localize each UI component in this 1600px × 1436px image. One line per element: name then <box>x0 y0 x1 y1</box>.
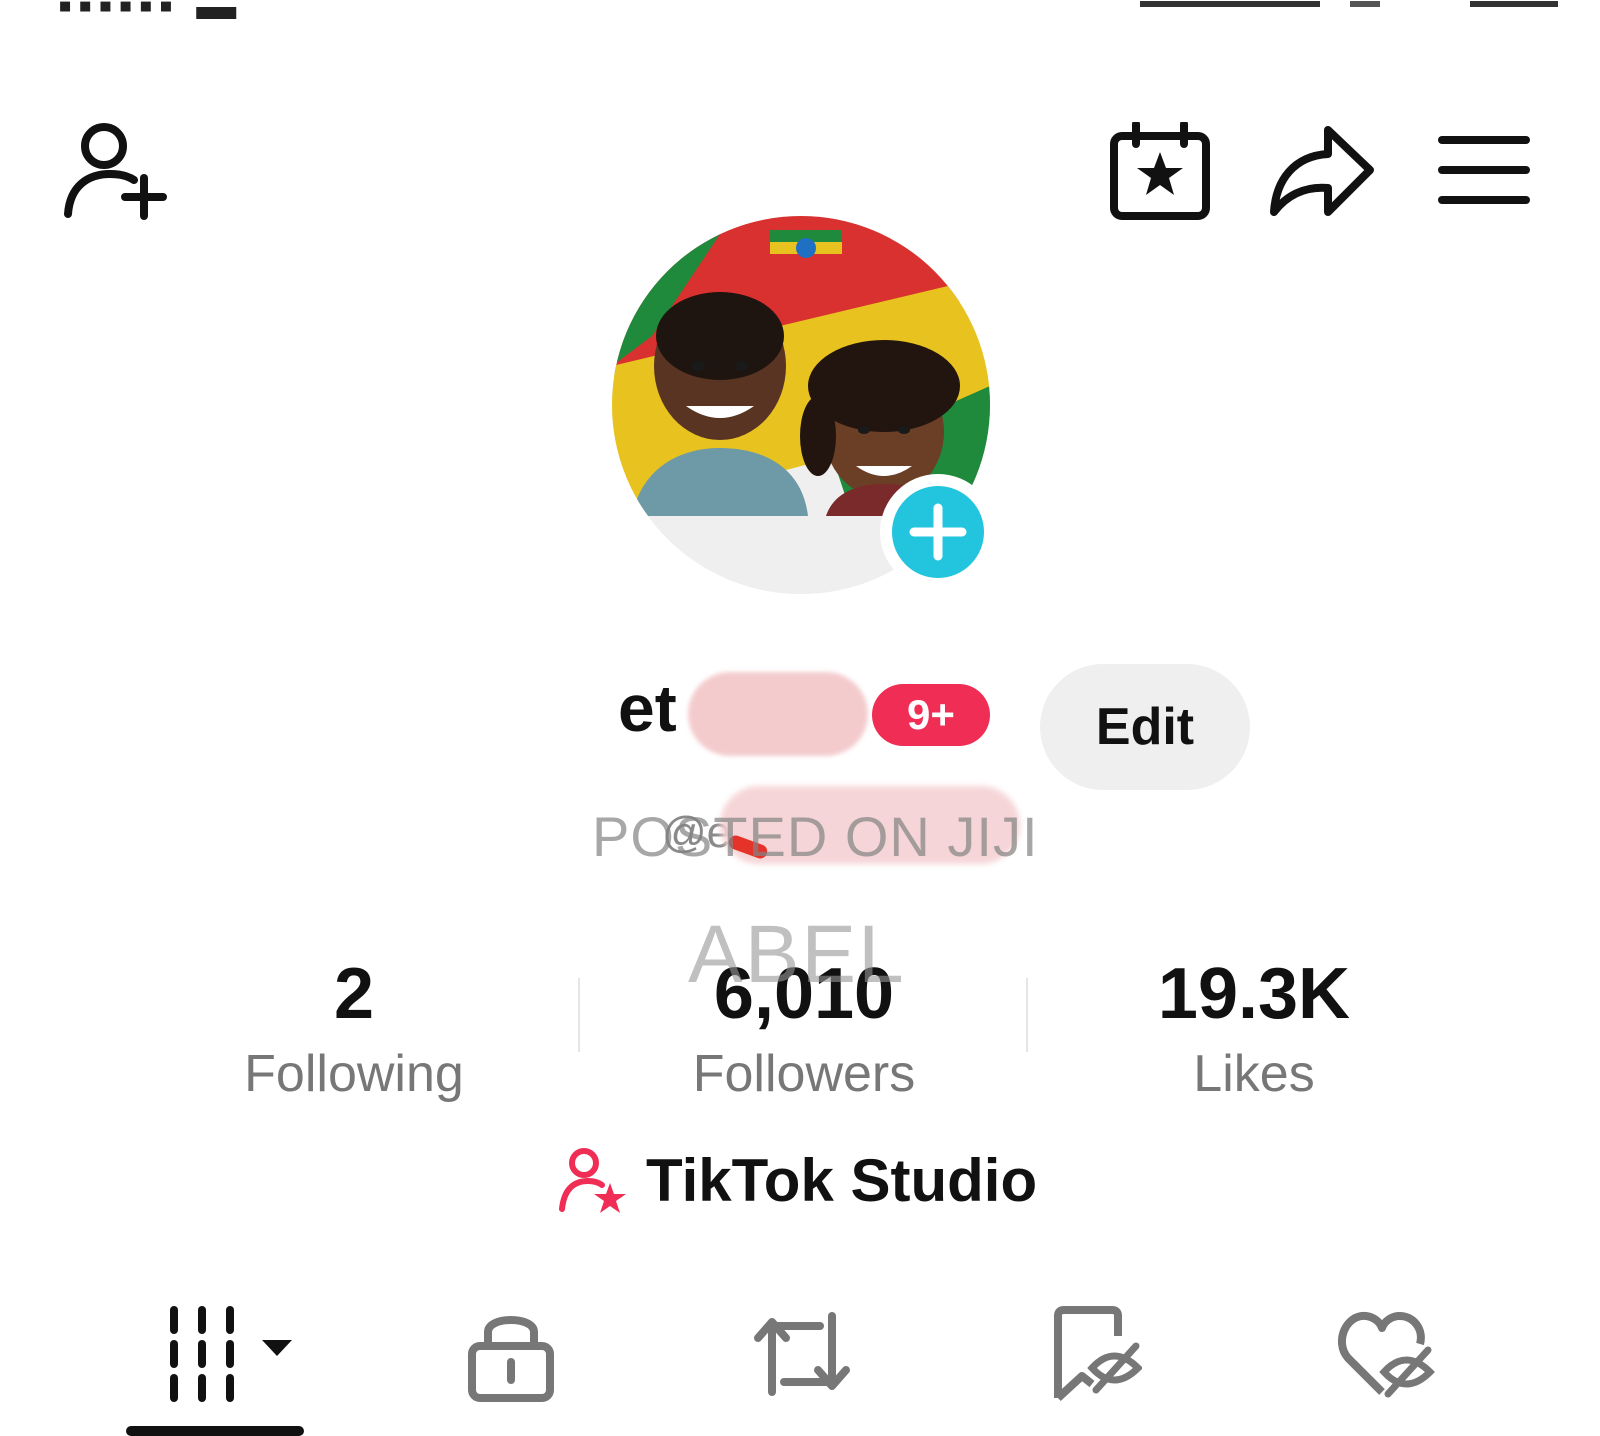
tab-liked[interactable] <box>1336 1306 1436 1402</box>
lock-icon <box>466 1306 556 1402</box>
videos-grid-icon <box>164 1306 314 1402</box>
likes-count: 19.3K <box>1157 954 1351 1034</box>
status-bar-indicators <box>1140 0 1560 7</box>
display-name: et <box>618 671 677 745</box>
share-button[interactable] <box>1268 120 1376 224</box>
calendar-star-icon <box>1108 122 1212 222</box>
plus-icon <box>892 486 984 578</box>
tab-videos[interactable] <box>164 1306 314 1402</box>
add-avatar-button[interactable] <box>880 474 996 590</box>
edit-profile-button[interactable]: Edit <box>1040 664 1250 790</box>
notification-badge[interactable]: 9+ <box>872 684 990 746</box>
watermark-text: ABEL <box>688 909 906 1000</box>
stat-divider <box>1026 978 1028 1052</box>
add-friend-icon <box>58 118 168 222</box>
stat-divider <box>578 978 580 1052</box>
repost-icon <box>750 1306 854 1402</box>
status-bar-time: ▪▪▪▪▪▪ ▬ <box>58 0 243 28</box>
following-label: Following <box>244 1045 464 1103</box>
tab-favorites[interactable] <box>1052 1306 1142 1402</box>
likes-label: Likes <box>1193 1045 1315 1103</box>
watermark-text: POSTED ON JIJI <box>592 805 1039 868</box>
add-friend-button[interactable] <box>58 118 168 222</box>
liked-hidden-icon <box>1336 1306 1436 1402</box>
tiktok-studio-button[interactable]: TikTok Studio <box>558 1140 1037 1220</box>
stat-following[interactable]: 2 Following <box>204 958 504 1104</box>
active-tab-indicator <box>126 1426 304 1436</box>
stat-likes[interactable]: 19.3K Likes <box>1104 958 1404 1104</box>
menu-icon <box>1438 132 1530 212</box>
share-icon <box>1268 120 1376 224</box>
favorites-hidden-icon <box>1052 1306 1142 1402</box>
tiktok-studio-label: TikTok Studio <box>646 1146 1038 1214</box>
menu-button[interactable] <box>1438 132 1530 212</box>
redaction-smudge <box>688 672 868 756</box>
calendar-button[interactable] <box>1108 122 1212 222</box>
person-star-icon <box>558 1145 628 1215</box>
following-count: 2 <box>333 954 375 1034</box>
followers-label: Followers <box>692 1045 916 1103</box>
tab-reposts[interactable] <box>750 1306 854 1402</box>
tab-private[interactable] <box>466 1306 556 1402</box>
